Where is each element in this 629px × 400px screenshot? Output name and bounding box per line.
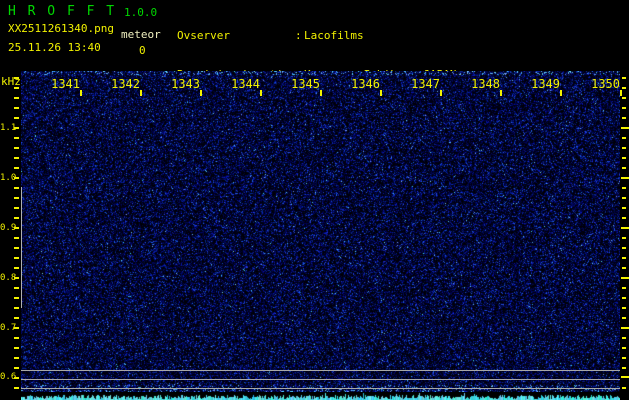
freq-axis-major-tick-right bbox=[621, 227, 629, 229]
freq-axis-tick-right bbox=[622, 167, 626, 169]
time-axis-tick bbox=[500, 90, 502, 96]
freq-axis-tick-left bbox=[14, 137, 19, 139]
freq-axis-major-tick-right bbox=[621, 277, 629, 279]
freq-axis-tick-left bbox=[14, 87, 19, 89]
freq-axis-tick-right bbox=[622, 307, 626, 309]
time-axis-tick bbox=[260, 90, 262, 96]
time-axis-label: 1347 bbox=[411, 77, 440, 91]
freq-axis-tick-left bbox=[14, 387, 19, 389]
freq-axis-label: 0.8 bbox=[0, 273, 17, 283]
freq-axis-tick-right bbox=[622, 107, 626, 109]
freq-axis-tick-left bbox=[14, 127, 19, 129]
freq-axis-tick-left bbox=[14, 77, 19, 79]
freq-axis-tick-left bbox=[14, 267, 19, 269]
time-axis-label: 1345 bbox=[291, 77, 320, 91]
freq-axis-tick-right bbox=[622, 257, 626, 259]
freq-axis-tick-right bbox=[622, 357, 626, 359]
freq-axis-tick-right bbox=[622, 97, 626, 99]
freq-axis-tick-left bbox=[14, 117, 19, 119]
freq-axis-tick-left bbox=[14, 217, 19, 219]
freq-axis-tick-left bbox=[14, 97, 19, 99]
time-axis-tick bbox=[200, 90, 202, 96]
freq-axis-label: 0.9 bbox=[0, 223, 17, 233]
freq-axis-tick-right bbox=[622, 187, 626, 189]
freq-axis-major-tick-right bbox=[621, 327, 629, 329]
hrofft-window: H R O F F T 1.0.0 XX2511261340.png meteo… bbox=[0, 0, 629, 400]
freq-axis-tick-left bbox=[14, 327, 19, 329]
freq-axis-tick-left bbox=[14, 227, 19, 229]
freq-axis-label: 0.7 bbox=[0, 323, 17, 333]
freq-axis-tick-right bbox=[622, 217, 626, 219]
freq-axis-tick-right bbox=[622, 347, 626, 349]
horizontal-marker-line bbox=[21, 370, 620, 371]
freq-axis-tick-right bbox=[622, 157, 626, 159]
freq-axis-tick-left bbox=[14, 147, 19, 149]
freq-axis-tick-left bbox=[14, 297, 19, 299]
time-axis-label: 1343 bbox=[171, 77, 200, 91]
freq-axis-tick-right bbox=[622, 237, 626, 239]
freq-axis-tick-right bbox=[622, 117, 626, 119]
freq-axis-tick-left bbox=[14, 207, 19, 209]
freq-axis-tick-left bbox=[14, 257, 19, 259]
freq-axis-label: 1.0 bbox=[0, 173, 17, 183]
freq-axis-tick-left bbox=[14, 107, 19, 109]
freq-axis-tick-right bbox=[622, 337, 626, 339]
time-axis-tick bbox=[440, 90, 442, 96]
freq-axis-major-tick-right bbox=[621, 177, 629, 179]
freq-axis-major-tick-right bbox=[621, 376, 629, 378]
freq-axis-tick-left bbox=[14, 317, 19, 319]
time-axis-tick bbox=[620, 90, 622, 96]
freq-axis-tick-right bbox=[622, 197, 626, 199]
horizontal-marker-line bbox=[21, 388, 620, 389]
freq-axis-tick-left bbox=[14, 377, 19, 379]
freq-axis-tick-left bbox=[14, 157, 19, 159]
freq-axis-tick-left bbox=[14, 367, 19, 369]
time-axis-label: 1342 bbox=[111, 77, 140, 91]
freq-axis-tick-left bbox=[14, 187, 19, 189]
freq-axis-tick-left bbox=[14, 337, 19, 339]
freq-axis-tick-left bbox=[14, 167, 19, 169]
freq-axis-tick-right bbox=[622, 297, 626, 299]
freq-axis-tick-left bbox=[14, 277, 19, 279]
time-axis-tick bbox=[140, 90, 142, 96]
freq-axis-tick-right bbox=[622, 207, 626, 209]
time-axis-label: 1349 bbox=[531, 77, 560, 91]
vertical-marker-line bbox=[21, 187, 22, 308]
freq-axis-tick-left bbox=[14, 247, 19, 249]
time-axis-label: 1346 bbox=[351, 77, 380, 91]
time-axis-label: 1341 bbox=[51, 77, 80, 91]
freq-axis-tick-right bbox=[622, 317, 626, 319]
time-axis-label: 1348 bbox=[471, 77, 500, 91]
spectrogram-plot: kHz 1.1 1.0 0.9 0.8 0.7 0.6 1341 1342 13… bbox=[0, 0, 629, 400]
time-axis-tick bbox=[80, 90, 82, 96]
freq-axis-tick-left bbox=[14, 197, 19, 199]
freq-axis-tick-left bbox=[14, 177, 19, 179]
time-axis-tick bbox=[560, 90, 562, 96]
freq-axis-major-tick-right bbox=[621, 127, 629, 129]
time-axis-label: 1350 bbox=[591, 77, 620, 91]
freq-axis-label: 0.6 bbox=[0, 372, 17, 382]
time-axis-label: 1344 bbox=[231, 77, 260, 91]
freq-axis-tick-right bbox=[622, 137, 626, 139]
freq-axis-tick-left bbox=[14, 237, 19, 239]
freq-axis-tick-right bbox=[622, 287, 626, 289]
horizontal-marker-line bbox=[21, 379, 620, 380]
freq-axis-tick-left bbox=[14, 347, 19, 349]
freq-axis-tick-right bbox=[622, 147, 626, 149]
freq-axis-tick-right bbox=[622, 247, 626, 249]
time-axis-tick bbox=[380, 90, 382, 96]
freq-axis-tick-left bbox=[14, 307, 19, 309]
freq-axis-tick-left bbox=[14, 357, 19, 359]
freq-axis-tick-right bbox=[622, 87, 626, 89]
signal-level-strip-canvas bbox=[21, 392, 620, 400]
freq-axis-tick-right bbox=[622, 387, 626, 389]
freq-axis-label: 1.1 bbox=[0, 123, 17, 133]
spectrogram-noise-canvas bbox=[21, 71, 620, 392]
freq-axis-tick-left bbox=[14, 287, 19, 289]
freq-axis-tick-right bbox=[622, 367, 626, 369]
freq-axis-tick-right bbox=[622, 77, 626, 79]
time-axis-tick bbox=[320, 90, 322, 96]
freq-axis-tick-right bbox=[622, 267, 626, 269]
